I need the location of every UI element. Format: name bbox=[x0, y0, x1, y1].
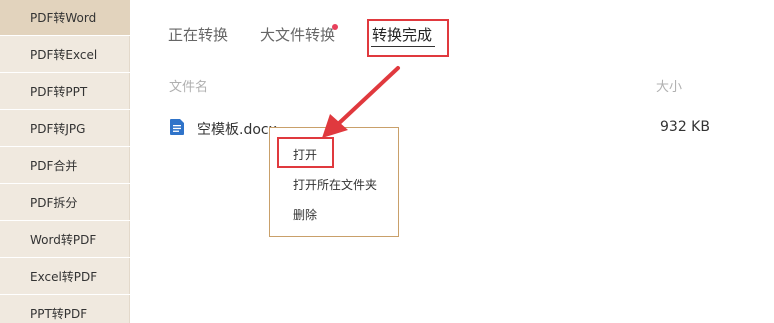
sidebar-item-label: Word转PDF bbox=[30, 233, 97, 247]
tab-conversion-complete[interactable]: 转换完成 bbox=[372, 24, 432, 44]
sidebar-item-label: Excel转PDF bbox=[30, 270, 98, 284]
sidebar-item-pdf-merge[interactable]: PDF合并 bbox=[0, 148, 130, 184]
sidebar-item-label: PDF拆分 bbox=[30, 196, 78, 210]
menu-item-open[interactable]: 打开 bbox=[293, 146, 317, 163]
sidebar: PDF转Word PDF转Excel PDF转PPT PDF转JPG PDF合并… bbox=[0, 0, 130, 323]
sidebar-item-label: PDF合并 bbox=[30, 159, 78, 173]
sidebar-item-excel-to-pdf[interactable]: Excel转PDF bbox=[0, 259, 130, 295]
tab-large-file-conversion[interactable]: 大文件转换 bbox=[260, 24, 335, 44]
sidebar-item-label: PPT转PDF bbox=[30, 307, 88, 321]
context-menu: 打开 打开所在文件夹 删除 bbox=[269, 127, 399, 237]
sidebar-item-pdf-to-ppt[interactable]: PDF转PPT bbox=[0, 74, 130, 110]
document-icon bbox=[170, 119, 184, 135]
file-name[interactable]: 空模板.docx bbox=[197, 119, 277, 139]
sidebar-item-label: PDF转JPG bbox=[30, 122, 86, 136]
sidebar-item-label: PDF转Word bbox=[30, 11, 97, 25]
tab-converting[interactable]: 正在转换 bbox=[168, 24, 228, 44]
column-header-size: 大小 bbox=[656, 80, 683, 95]
column-header-filename: 文件名 bbox=[169, 80, 209, 95]
sidebar-item-pdf-split[interactable]: PDF拆分 bbox=[0, 185, 130, 221]
notification-dot bbox=[332, 24, 338, 30]
active-tab-underline bbox=[371, 46, 435, 47]
menu-item-delete[interactable]: 删除 bbox=[293, 206, 317, 223]
sidebar-item-pdf-to-excel[interactable]: PDF转Excel bbox=[0, 37, 130, 73]
menu-item-open-folder[interactable]: 打开所在文件夹 bbox=[293, 176, 377, 193]
app-window: PDF转Word PDF转Excel PDF转PPT PDF转JPG PDF合并… bbox=[0, 0, 774, 323]
sidebar-item-pdf-to-word[interactable]: PDF转Word bbox=[0, 0, 130, 36]
arrow-shaft bbox=[334, 66, 400, 128]
sidebar-item-ppt-to-pdf[interactable]: PPT转PDF bbox=[0, 296, 130, 323]
sidebar-item-word-to-pdf[interactable]: Word转PDF bbox=[0, 222, 130, 258]
file-size: 932 KB bbox=[660, 119, 710, 135]
sidebar-item-label: PDF转PPT bbox=[30, 85, 88, 99]
sidebar-item-label: PDF转Excel bbox=[30, 48, 98, 62]
sidebar-item-pdf-to-jpg[interactable]: PDF转JPG bbox=[0, 111, 130, 147]
